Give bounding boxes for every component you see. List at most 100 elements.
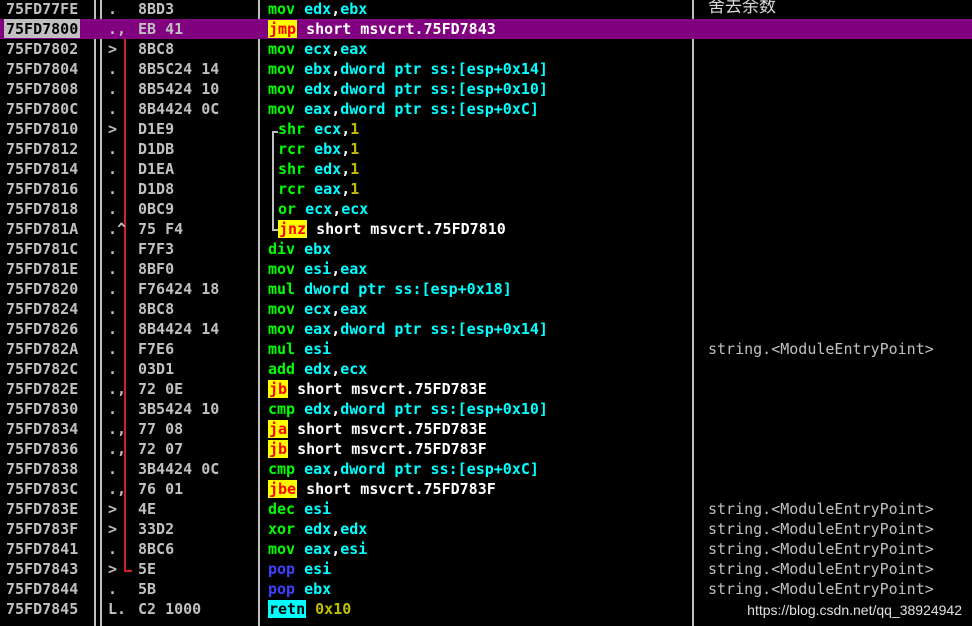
instruction-token: dword ptr ss:[esp+0x10] xyxy=(340,400,548,418)
flow-marker: . xyxy=(108,200,118,218)
instruction-token: esi xyxy=(304,340,332,358)
instruction: mov ecx,eax xyxy=(268,299,367,319)
instruction: mov edx,dword ptr ss:[esp+0x10] xyxy=(268,79,548,99)
instruction-row[interactable]: 75FD7816. D1D8 rcr eax,1 xyxy=(0,179,972,199)
disassembly-view[interactable]: 75FD77FE. 8BD3 mov edx,ebx 舍去余数 75FD7800., EB… xyxy=(0,0,972,626)
instruction-row[interactable]: 75FD782C. 03D1 add edx,ecx xyxy=(0,359,972,379)
instruction-token: dword ptr ss:[esp+0x14] xyxy=(340,60,548,78)
hex-bytes: 8B5C24 14 xyxy=(138,60,220,78)
instruction-token: mov xyxy=(268,300,305,318)
instruction: mov eax,dword ptr ss:[esp+0xC] xyxy=(268,99,539,119)
instruction-token: esi xyxy=(304,560,332,578)
hex-bytes: 3B5424 10 xyxy=(138,400,220,418)
instruction-token: ebx xyxy=(340,0,368,18)
flow-marker: . xyxy=(108,260,118,278)
instruction-token: , xyxy=(332,200,342,218)
instruction-row[interactable]: 75FD783C., 76 01 jbe short msvcrt.75FD783F xyxy=(0,479,972,499)
instruction-row[interactable]: 75FD7824. 8BC8 mov ecx,eax xyxy=(0,299,972,319)
instruction-row[interactable]: 75FD7810 > D1E9 shr ecx,1 xyxy=(0,119,972,139)
comment: string.<ModuleEntryPoint> xyxy=(708,340,934,358)
address: 75FD7810 xyxy=(6,120,79,138)
instruction-row[interactable]: 75FD7841. 8BC6 mov eax,esi string.<ModuleEn… xyxy=(0,539,972,559)
address: 75FD7800 xyxy=(4,19,81,38)
instruction-row[interactable]: 75FD783F >33D2 xor edx,edx string.<ModuleEn… xyxy=(0,519,972,539)
instruction-row[interactable]: 75FD783E >4E dec esi string.<ModuleEntryPoi… xyxy=(0,499,972,519)
instruction: jmp short msvcrt.75FD7843 xyxy=(268,19,496,39)
instruction-token: eax xyxy=(340,300,368,318)
instruction-token: short msvcrt.75FD783E xyxy=(288,380,487,398)
instruction-row[interactable]: 75FD7812. D1DB rcr ebx,1 xyxy=(0,139,972,159)
instruction: or ecx,ecx xyxy=(278,199,368,219)
instruction-token: 0x10 xyxy=(306,600,352,618)
instruction-row[interactable]: 75FD7830. 3B5424 10 cmp edx,dword ptr ss:[… xyxy=(0,399,972,419)
flow-marker: ., xyxy=(108,380,127,398)
instruction-row[interactable]: 75FD7838. 3B4424 0C cmp eax,dword ptr ss:[… xyxy=(0,459,972,479)
jump-mnemonic: jb xyxy=(268,440,289,458)
instruction: mov eax,dword ptr ss:[esp+0x14] xyxy=(268,319,548,339)
instruction: mov edx,ebx xyxy=(268,0,367,19)
hex-bytes: 03D1 xyxy=(138,360,175,378)
instruction-row[interactable]: 75FD7826. 8B4424 14 mov eax,dword ptr ss:[… xyxy=(0,319,972,339)
instruction-row[interactable]: 75FD7818. 0BC9 or ecx,ecx xyxy=(0,199,972,219)
instruction-token: mov xyxy=(268,80,305,98)
instruction-token: esi xyxy=(340,540,368,558)
jump-mnemonic: jbe xyxy=(268,480,298,498)
instruction-row[interactable]: 75FD780C. 8B4424 0C mov eax,dword ptr ss:[… xyxy=(0,99,972,119)
selected-instruction-row[interactable]: 75FD7800., EB 41 jmp short msvcrt.75FD7843 xyxy=(0,19,972,39)
instruction-row[interactable]: 75FD7820. F76424 18 mul dword ptr ss:[esp+… xyxy=(0,279,972,299)
address: 75FD77FE xyxy=(6,0,79,18)
instruction: rcr ebx,1 xyxy=(278,139,359,159)
instruction-row[interactable]: 75FD7802 >8BC8 mov ecx,eax xyxy=(0,39,972,59)
instruction-token: , xyxy=(331,320,341,338)
address: 75FD7834 xyxy=(6,420,79,438)
instruction-token: 1 xyxy=(350,140,360,158)
instruction-token: ebx xyxy=(314,140,342,158)
instruction-row[interactable]: 75FD7814. D1EA shr edx,1 xyxy=(0,159,972,179)
flow-marker: > xyxy=(108,560,118,578)
instruction-row[interactable]: 75FD7844. 5B pop ebx string.<ModuleEntryPoi… xyxy=(0,579,972,599)
instruction-row[interactable]: 75FD781C. F7F3 div ebx xyxy=(0,239,972,259)
instruction-token: dword ptr ss:[esp+0x14] xyxy=(340,320,548,338)
address: 75FD7804 xyxy=(6,60,79,78)
instruction-row[interactable]: 75FD77FE. 8BD3 mov edx,ebx 舍去余数 xyxy=(0,0,972,19)
instruction-token: edx xyxy=(304,360,332,378)
instruction-token: , xyxy=(341,140,351,158)
instruction: jnz short msvcrt.75FD7810 xyxy=(278,219,506,239)
instruction-row[interactable]: 75FD782A. F7E6 mul esi string.<ModuleEntryP… xyxy=(0,339,972,359)
instruction-token: , xyxy=(331,100,341,118)
instruction: pop ebx xyxy=(268,579,331,599)
instruction-token: , xyxy=(331,80,341,98)
instruction-token: , xyxy=(331,460,341,478)
instruction-token: ebx xyxy=(304,580,332,598)
instruction-token: , xyxy=(331,400,341,418)
instruction-token: , xyxy=(331,60,341,78)
instruction: cmp edx,dword ptr ss:[esp+0x10] xyxy=(268,399,548,419)
instruction: add edx,ecx xyxy=(268,359,367,379)
address: 75FD7814 xyxy=(6,160,79,178)
instruction-row[interactable]: 75FD7834., 77 08 ja short msvcrt.75FD783E xyxy=(0,419,972,439)
instruction-token: , xyxy=(341,120,351,138)
instruction-token: mul xyxy=(268,280,305,298)
address: 75FD7841 xyxy=(6,540,79,558)
hex-bytes: 4E xyxy=(138,500,157,518)
instruction-row[interactable]: 75FD7836., 72 07 jb short msvcrt.75FD783F xyxy=(0,439,972,459)
instruction-token: eax xyxy=(304,460,332,478)
instruction-row[interactable]: 75FD7804. 8B5C24 14 mov ebx,dword ptr ss:[… xyxy=(0,59,972,79)
address: 75FD783C xyxy=(6,480,79,498)
instruction-row[interactable]: 75FD782E., 72 0E jb short msvcrt.75FD783E xyxy=(0,379,972,399)
instruction-token: eax xyxy=(340,40,368,58)
address: 75FD781C xyxy=(6,240,79,258)
instruction-token: , xyxy=(341,180,351,198)
instruction-row[interactable]: 75FD781A .^ 75 F4 jnz short msvcrt.75FD7810 xyxy=(0,219,972,239)
instruction-token: mov xyxy=(268,60,305,78)
instruction-row[interactable]: 75FD781E. 8BF0 mov esi,eax xyxy=(0,259,972,279)
flow-marker: ., xyxy=(108,480,127,498)
address: 75FD782A xyxy=(6,340,79,358)
instruction-row[interactable]: 75FD7808. 8B5424 10 mov edx,dword ptr ss:[… xyxy=(0,79,972,99)
flow-marker: ., xyxy=(108,20,127,38)
instruction-row[interactable]: 75FD7843 >5E pop esi string.<ModuleEntryPoi… xyxy=(0,559,972,579)
comment: string.<ModuleEntryPoint> xyxy=(708,580,934,598)
flow-marker: . xyxy=(108,80,118,98)
hex-bytes: 8BC8 xyxy=(138,40,175,58)
instruction-token: cmp xyxy=(268,460,305,478)
